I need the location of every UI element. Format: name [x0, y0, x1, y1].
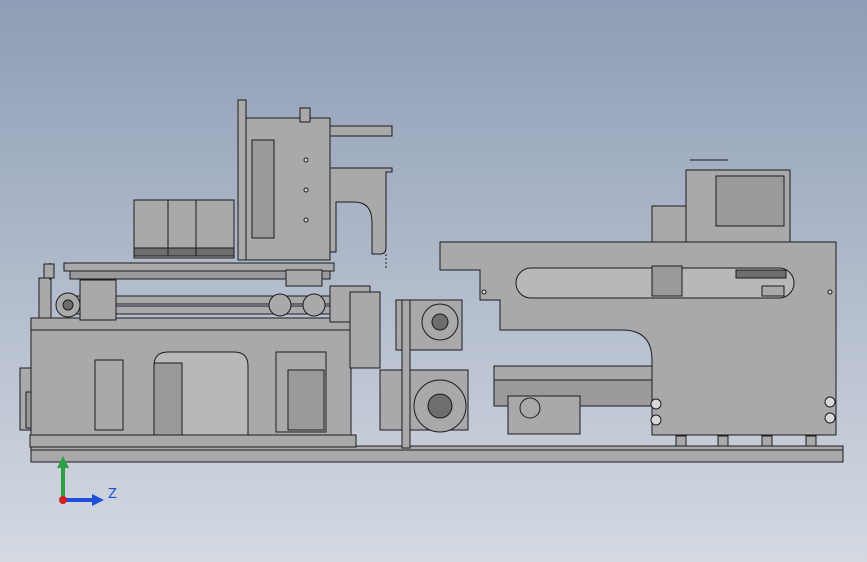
- triad-x-origin: [59, 496, 67, 504]
- bolt-hole: [481, 289, 487, 295]
- upper-slide-carriage: [285, 269, 323, 287]
- belt-pulley-left-hub: [62, 299, 74, 311]
- column-left-plate: [237, 99, 247, 261]
- lower-slide-rail: [493, 365, 653, 381]
- column-lead-screw-housing: [251, 139, 275, 239]
- left-frame-motor-mount: [94, 359, 124, 431]
- left-upright-post: [38, 277, 52, 319]
- gantry-gripper: [651, 265, 683, 297]
- feed-roller-upper-hub: [431, 313, 449, 331]
- feed-roller-lower-hub: [427, 393, 453, 419]
- left-lower-frame: [29, 317, 357, 448]
- gantry-slot-rail: [735, 269, 787, 279]
- left-frame-inner-block: [153, 362, 183, 436]
- lower-slide-motor-cap: [519, 397, 541, 419]
- feed-roller-left-plate: [349, 291, 381, 369]
- left-frame-top-rail: [30, 317, 352, 331]
- belt-pulley-mid: [268, 293, 292, 317]
- upper-motor-base-stripe: [133, 247, 235, 257]
- foot-3: [761, 435, 773, 447]
- gantry-slot-stop: [761, 285, 785, 297]
- base-plate: [30, 445, 844, 463]
- lower-slide-motor: [507, 395, 581, 435]
- left-pin-block: [43, 263, 55, 279]
- foot-1: [675, 435, 687, 447]
- foot-4: [805, 435, 817, 447]
- belt-tensioner-block: [79, 279, 117, 321]
- belt-pulley-right: [302, 293, 326, 317]
- bolt-hole: [650, 398, 662, 410]
- gantry-top-motor-face: [715, 175, 785, 227]
- feed-roller-shaft: [401, 299, 411, 449]
- bolt-hole: [824, 412, 836, 424]
- bolt-hole: [303, 187, 309, 193]
- column-top-knob: [299, 107, 311, 123]
- assembly-drawing: Z: [0, 0, 867, 562]
- bolt-hole: [303, 157, 309, 163]
- column-top-arm: [329, 125, 393, 137]
- triad-z-label: Z: [108, 487, 117, 502]
- foot-2: [717, 435, 729, 447]
- left-frame-foot: [29, 434, 357, 448]
- gantry-top-coupling: [651, 205, 687, 243]
- bolt-hole: [303, 217, 309, 223]
- bolt-hole: [650, 414, 662, 426]
- left-frame-right-motor: [287, 369, 325, 431]
- bolt-hole: [827, 289, 833, 295]
- bolt-hole: [824, 396, 836, 408]
- cad-viewport[interactable]: Z: [0, 0, 867, 562]
